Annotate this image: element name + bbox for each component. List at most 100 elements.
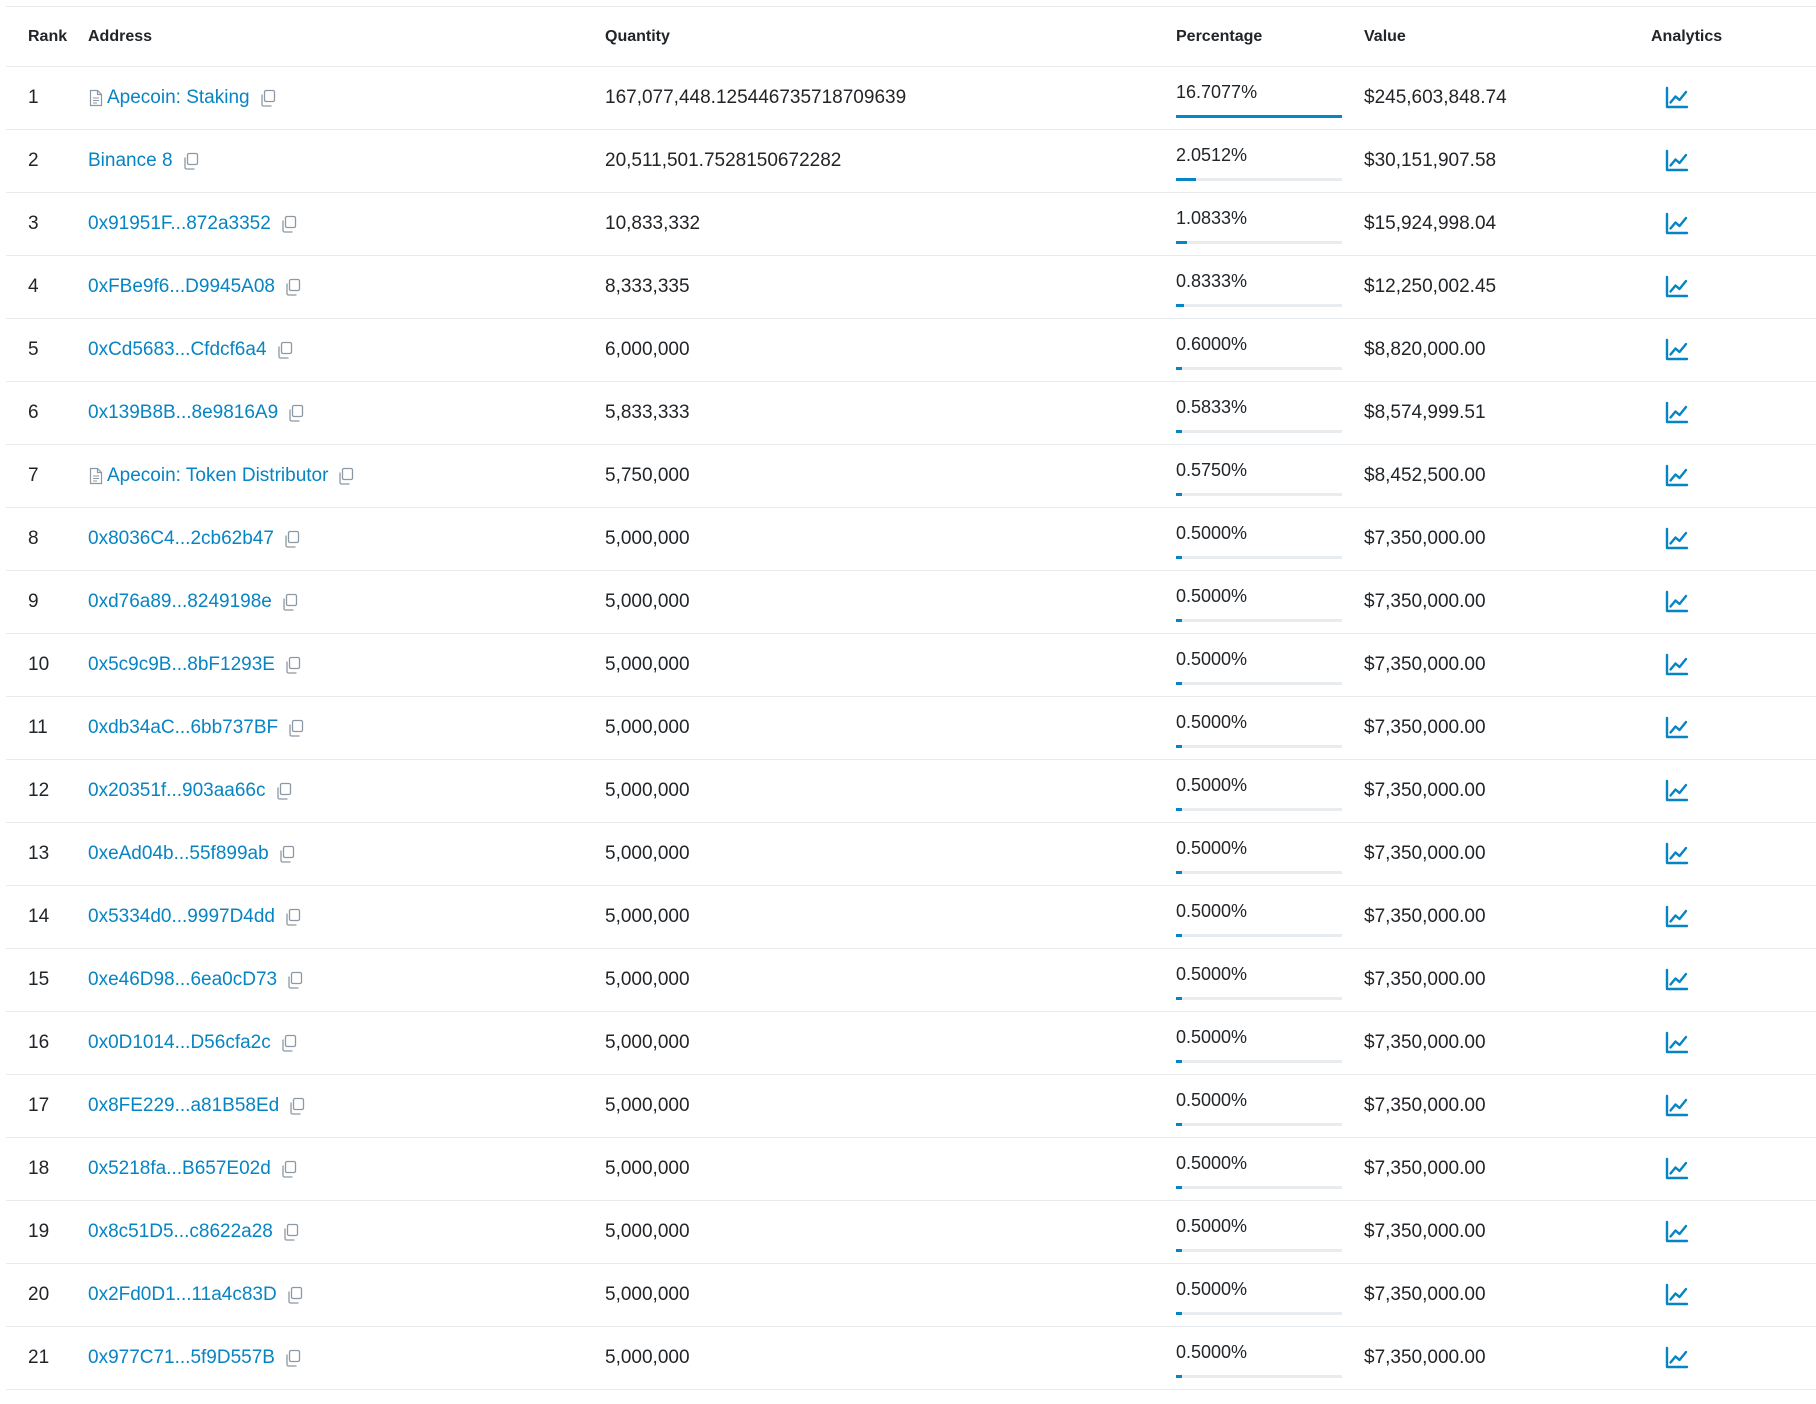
holder-address-link[interactable]: 0x8036C4...2cb62b47: [88, 528, 274, 550]
analytics-chart-icon[interactable]: [1663, 525, 1691, 553]
holder-address-link[interactable]: 0x8FE229...a81B58Ed: [88, 1095, 279, 1117]
quantity-cell: 5,000,000: [605, 1158, 690, 1179]
rank-number: 14: [28, 906, 50, 927]
analytics-chart-icon[interactable]: [1663, 210, 1691, 238]
copy-icon[interactable]: [283, 655, 303, 675]
holder-address-link[interactable]: 0xd76a89...8249198e: [88, 591, 272, 613]
analytics-chart-icon[interactable]: [1663, 651, 1691, 679]
analytics-cell: [1651, 634, 1751, 696]
analytics-chart-icon[interactable]: [1663, 1218, 1691, 1246]
holder-address-link[interactable]: 0x20351f...903aa66c: [88, 780, 266, 802]
copy-icon[interactable]: [283, 277, 303, 297]
analytics-chart-icon[interactable]: [1663, 966, 1691, 994]
holder-address-link[interactable]: 0x8c51D5...c8622a28: [88, 1221, 273, 1243]
value-cell: $7,350,000.00: [1364, 528, 1486, 549]
quantity-cell: 5,000,000: [605, 1095, 690, 1116]
analytics-chart-icon[interactable]: [1663, 903, 1691, 931]
percentage-cell: 0.6000%: [1176, 319, 1346, 381]
rank-cell: 19: [28, 1201, 83, 1263]
rank-cell: 10: [28, 634, 83, 696]
copy-icon[interactable]: [181, 151, 201, 171]
holder-address-link[interactable]: 0x5c9c9B...8bF1293E: [88, 654, 275, 676]
holder-address-link[interactable]: 0xdb34aC...6bb737BF: [88, 717, 278, 739]
copy-icon[interactable]: [286, 403, 306, 423]
holder-address-link[interactable]: 0x977C71...5f9D557B: [88, 1347, 275, 1369]
holder-address-link[interactable]: 0x5334d0...9997D4dd: [88, 906, 275, 928]
copy-icon[interactable]: [277, 844, 297, 864]
rank-number: 5: [28, 339, 39, 360]
analytics-chart-icon[interactable]: [1663, 1092, 1691, 1120]
copy-icon[interactable]: [336, 466, 356, 486]
analytics-chart-icon[interactable]: [1663, 273, 1691, 301]
rank-number: 19: [28, 1221, 50, 1242]
table-row: 13 0xeAd04b...55f899ab 5,000,000 0.5000% $7,…: [6, 823, 1816, 886]
analytics-chart-icon[interactable]: [1663, 777, 1691, 805]
percentage-bar-track: [1176, 178, 1342, 181]
copy-icon[interactable]: [287, 1096, 307, 1116]
percentage-cell: 0.5000%: [1176, 697, 1346, 759]
copy-icon[interactable]: [285, 1285, 305, 1305]
analytics-chart-icon[interactable]: [1663, 1155, 1691, 1183]
holder-address-link[interactable]: 0xFBe9f6...D9945A08: [88, 276, 275, 298]
copy-icon[interactable]: [280, 592, 300, 612]
analytics-chart-icon[interactable]: [1663, 840, 1691, 868]
copy-icon[interactable]: [282, 529, 302, 549]
holder-address-link[interactable]: 0x2Fd0D1...11a4c83D: [88, 1284, 277, 1306]
copy-icon[interactable]: [283, 1348, 303, 1368]
holder-address-link[interactable]: 0x0D1014...D56cfa2c: [88, 1032, 271, 1054]
copy-icon[interactable]: [279, 214, 299, 234]
holder-address-link[interactable]: 0x139B8B...8e9816A9: [88, 402, 278, 424]
analytics-chart-icon[interactable]: [1663, 336, 1691, 364]
percentage-bar-fill: [1176, 745, 1182, 748]
quantity-cell: 167,077,448.125446735718709639: [605, 87, 907, 108]
analytics-chart-icon[interactable]: [1663, 147, 1691, 175]
analytics-cell: [1651, 1327, 1751, 1389]
value-cell: $7,350,000.00: [1364, 1221, 1486, 1242]
rank-cell: 12: [28, 760, 83, 822]
copy-icon[interactable]: [274, 781, 294, 801]
table-row: 5 0xCd5683...Cfdcf6a4 6,000,000 0.6000% $8,8…: [6, 319, 1816, 382]
percentage-text: 16.7077%: [1176, 82, 1258, 102]
holder-address-link[interactable]: 0xe46D98...6ea0cD73: [88, 969, 277, 991]
holder-address-link[interactable]: 0x91951F...872a3352: [88, 213, 271, 235]
analytics-cell: [1651, 193, 1751, 255]
rank-cell: 8: [28, 508, 83, 570]
copy-icon[interactable]: [285, 970, 305, 990]
copy-icon[interactable]: [283, 907, 303, 927]
holder-address-link[interactable]: Apecoin: Staking: [107, 87, 250, 109]
analytics-chart-icon[interactable]: [1663, 462, 1691, 490]
analytics-chart-icon[interactable]: [1663, 1344, 1691, 1372]
analytics-chart-icon[interactable]: [1663, 1029, 1691, 1057]
value-cell: $7,350,000.00: [1364, 1347, 1486, 1368]
copy-icon[interactable]: [286, 718, 306, 738]
copy-icon[interactable]: [258, 88, 278, 108]
analytics-chart-icon[interactable]: [1663, 588, 1691, 616]
table-header-row: Rank Address Quantity Percentage Value A…: [6, 7, 1816, 67]
quantity-cell: 5,000,000: [605, 654, 690, 675]
holder-address-link[interactable]: 0xCd5683...Cfdcf6a4: [88, 339, 267, 361]
holder-address-link[interactable]: 0xeAd04b...55f899ab: [88, 843, 269, 865]
holder-address-link[interactable]: 0x5218fa...B657E02d: [88, 1158, 271, 1180]
table-row: 2 Binance 8 20,511,501.7528150672282 2.0512…: [6, 130, 1816, 193]
copy-icon[interactable]: [279, 1033, 299, 1053]
quantity-cell: 5,000,000: [605, 528, 690, 549]
rank-cell: 5: [28, 319, 83, 381]
analytics-chart-icon[interactable]: [1663, 1281, 1691, 1309]
analytics-cell: [1651, 130, 1751, 192]
percentage-box: 0.5000%: [1176, 1075, 1342, 1137]
holder-address-link[interactable]: Apecoin: Token Distributor: [107, 465, 328, 487]
holder-address-link[interactable]: Binance 8: [88, 150, 173, 172]
rank-cell: 18: [28, 1138, 83, 1200]
copy-icon[interactable]: [275, 340, 295, 360]
rank-number: 3: [28, 213, 39, 234]
percentage-text: 0.5000%: [1176, 1027, 1248, 1047]
copy-icon[interactable]: [281, 1222, 301, 1242]
analytics-chart-icon[interactable]: [1663, 399, 1691, 427]
analytics-chart-icon[interactable]: [1663, 84, 1691, 112]
percentage-bar-fill: [1176, 115, 1342, 118]
copy-icon[interactable]: [279, 1159, 299, 1179]
analytics-cell: [1651, 760, 1751, 822]
value-cell: $7,350,000.00: [1364, 654, 1486, 675]
percentage-text: 0.6000%: [1176, 334, 1248, 354]
analytics-chart-icon[interactable]: [1663, 714, 1691, 742]
